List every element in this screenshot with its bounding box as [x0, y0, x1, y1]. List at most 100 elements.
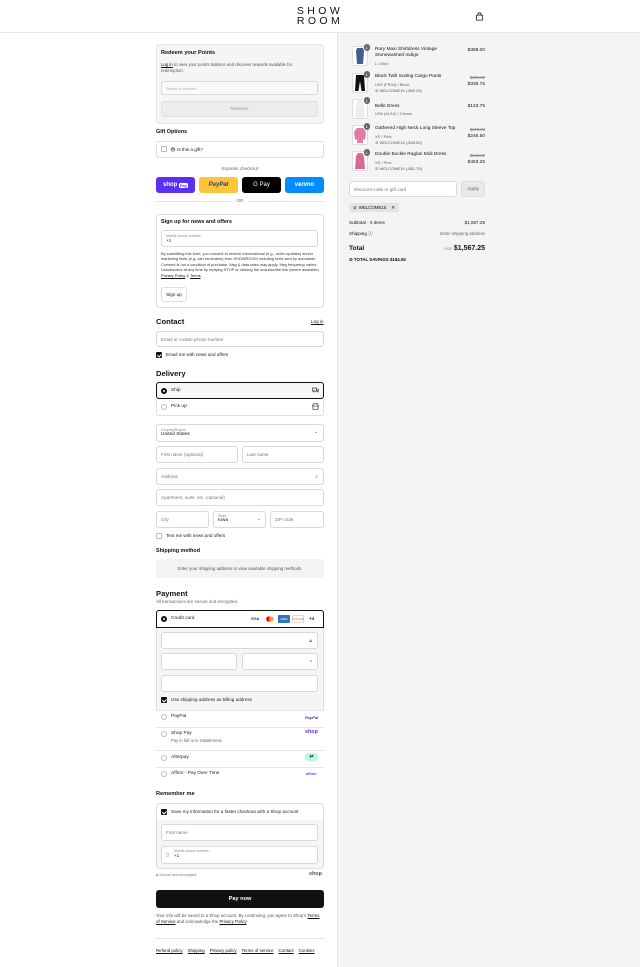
store-icon — [312, 403, 319, 410]
pay-now-button[interactable]: Pay now — [156, 890, 324, 908]
shop-pay-button[interactable]: shop Pay — [156, 177, 195, 193]
paypal-radio[interactable] — [161, 714, 167, 720]
discount-code-label: WELCOME15 — [358, 205, 387, 210]
footer-link-cookies[interactable]: Cookies — [299, 948, 315, 953]
contact-title: Contact — [156, 317, 185, 326]
affirm-label: Affirm - Pay Over Time — [171, 771, 220, 776]
shop-account-disclaimer: Your info will be saved to a Shop accoun… — [156, 913, 320, 924]
or-divider-label: OR — [232, 198, 248, 203]
quantity-badge: 1 — [363, 97, 370, 104]
quantity-badge: 1 — [363, 149, 370, 156]
chevron-down-icon: ⌄ — [313, 429, 318, 435]
discount-code-input[interactable]: Discount code or gift card — [349, 181, 457, 197]
remember-me-title: Remember me — [156, 791, 195, 797]
card-name-input[interactable] — [161, 675, 318, 692]
discount-tag: ⊘ WELCOME15 (-$81.75) — [375, 166, 422, 171]
privacy-policy-link[interactable]: Privacy Policy — [161, 273, 185, 278]
lock-icon: 🔒︎ — [156, 873, 159, 877]
newsletter-phone-input[interactable]: Mobile phone number +1 — [161, 230, 318, 247]
last-name-input[interactable]: Last name — [242, 446, 324, 463]
product-thumbnail: 1 — [352, 44, 370, 66]
card-cvv-input[interactable]: ? — [242, 653, 318, 670]
venmo-button[interactable]: venmo — [285, 177, 324, 193]
subtotal-value: $1,567.25 — [464, 220, 485, 225]
credit-card-radio[interactable] — [161, 616, 167, 622]
product-thumbnail: 1 — [352, 71, 370, 93]
product-price: $246.50 — [467, 134, 485, 139]
brand-logo-line2[interactable]: ROOM — [0, 16, 640, 27]
affirm-radio[interactable] — [161, 771, 167, 777]
discount-select[interactable]: Select a discount ⌄ — [161, 81, 318, 95]
remember-phone-input[interactable]: ▯ Mobile phone number +1 — [161, 846, 318, 864]
footer-links: Refund policy Shipping Privacy policy Terms… — [156, 948, 320, 953]
terms-link[interactable]: Terms — [190, 273, 201, 278]
discount-tag: ⊘ WELCOME15 (-$59.25) — [375, 88, 422, 93]
header: SHOW ROOM — [0, 0, 640, 33]
text-optin-checkbox[interactable] — [156, 533, 162, 539]
shop-pay-radio[interactable] — [161, 731, 167, 737]
tag-icon: ⊘ — [353, 204, 357, 210]
product-variant: US8 (AU10) / Cream — [375, 111, 412, 116]
more-cards-count: +4 — [309, 616, 315, 621]
ship-radio[interactable] — [161, 388, 167, 394]
state-select[interactable]: State Iowa ⌄ — [213, 511, 266, 528]
address-input[interactable]: Address ⌕ — [156, 468, 324, 485]
info-icon[interactable]: ⓘ — [368, 231, 373, 236]
contact-login-link[interactable]: Log in — [311, 319, 324, 324]
google-pay-button[interactable]: G Pay — [242, 177, 281, 193]
quantity-badge: 1 — [363, 44, 370, 51]
footer-link-terms[interactable]: Terms of service — [242, 948, 274, 953]
original-price: $290.00 — [469, 127, 485, 132]
apartment-input[interactable]: Apartment, suite, etc. (optional) — [156, 489, 324, 506]
card-expiry-input[interactable] — [161, 653, 237, 670]
footer-link-shipping[interactable]: Shipping — [188, 948, 205, 953]
email-input[interactable]: Email or mobile phone number — [156, 331, 324, 347]
credit-card-label: Credit card — [171, 616, 195, 621]
text-optin-label: Text me with news and offers — [166, 533, 226, 538]
visa-icon: VISA — [250, 617, 260, 621]
pickup-radio[interactable] — [161, 404, 167, 410]
redeem-points-text: Log in to view your points balance and d… — [161, 62, 293, 73]
paypal-button[interactable]: PayPal — [199, 177, 238, 193]
gift-checkbox[interactable] — [161, 146, 167, 152]
product-variant: US2 (FR34) / Black — [375, 82, 410, 87]
quantity-badge: 1 — [363, 123, 370, 130]
shop-privacy-link[interactable]: Privacy Policy — [220, 919, 247, 924]
footer-link-refund[interactable]: Refund policy — [156, 948, 183, 953]
applied-discount-chip: ⊘ WELCOME15 ✕ — [349, 203, 399, 212]
footer-link-privacy[interactable]: Privacy policy — [210, 948, 237, 953]
ship-option[interactable] — [156, 382, 324, 399]
product-thumbnail: 1 — [352, 123, 370, 145]
billing-address-checkbox[interactable] — [161, 697, 167, 703]
payment-title: Payment — [156, 589, 188, 598]
secure-encrypted-label: 🔒︎ Secure and encrypted — [156, 873, 197, 877]
zip-input[interactable]: ZIP code — [270, 511, 324, 528]
points-login-link[interactable]: Log in — [161, 62, 173, 67]
email-optin-checkbox[interactable] — [156, 352, 162, 358]
product-variant: XS / Pink — [375, 160, 392, 165]
email-optin-label: Email me with news and offers — [166, 352, 229, 357]
first-name-input[interactable]: First name (optional) — [156, 446, 238, 463]
afterpay-radio[interactable] — [161, 755, 167, 761]
country-select[interactable]: Country/Region United States ⌄ — [156, 424, 324, 442]
save-info-checkbox[interactable] — [161, 809, 167, 815]
remember-first-name-input[interactable]: First name — [161, 824, 318, 841]
product-name: Double Buckle Raglan Midi Dress — [375, 152, 447, 157]
footer-link-contact[interactable]: Contact — [279, 948, 294, 953]
shopping-bag-icon[interactable] — [475, 12, 484, 21]
chevron-down-icon: ⌄ — [307, 85, 311, 91]
apply-discount-button[interactable]: Apply — [461, 181, 485, 197]
help-icon: ? — [309, 659, 312, 664]
afterpay-label: Afterpay — [171, 755, 189, 760]
shop-pay-label: Shop Pay — [171, 731, 192, 736]
city-input[interactable]: City — [156, 511, 209, 528]
redeem-button[interactable]: Redeem — [161, 101, 318, 117]
shipping-label: Shipping ⓘ — [349, 231, 373, 236]
card-number-input[interactable]: 🔒︎ — [161, 632, 318, 649]
remove-discount-icon[interactable]: ✕ — [391, 205, 395, 211]
mastercard-icon — [266, 616, 274, 622]
signup-button[interactable]: Sign up — [161, 287, 187, 302]
original-price: $395.00 — [469, 75, 485, 80]
chevron-down-icon: ⌄ — [256, 516, 261, 522]
payment-subtitle: All transactions are secure and encrypte… — [156, 599, 239, 604]
